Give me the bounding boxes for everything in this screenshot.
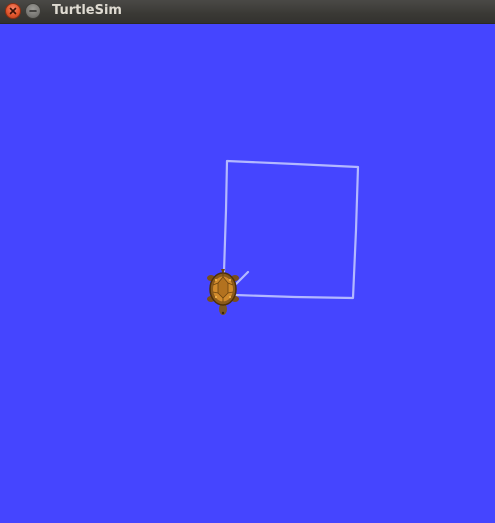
minimize-button[interactable] bbox=[25, 3, 41, 19]
title-bar[interactable]: TurtleSim bbox=[0, 0, 495, 24]
turtlesim-window: TurtleSim bbox=[0, 0, 495, 523]
minimize-icon bbox=[29, 10, 37, 12]
close-icon bbox=[9, 7, 17, 15]
window-title: TurtleSim bbox=[52, 3, 122, 18]
turtle-canvas bbox=[0, 24, 495, 523]
close-button[interactable] bbox=[5, 3, 21, 19]
